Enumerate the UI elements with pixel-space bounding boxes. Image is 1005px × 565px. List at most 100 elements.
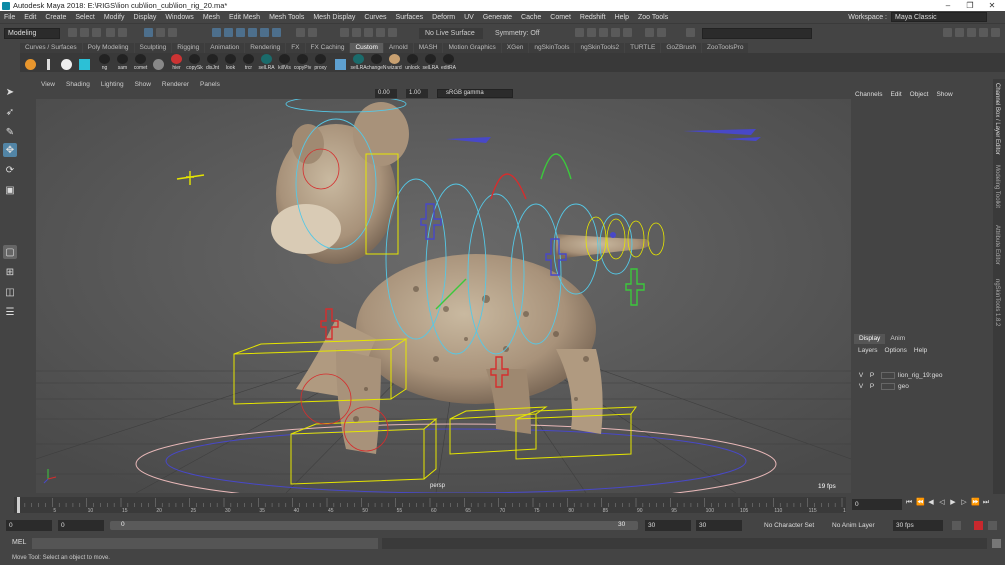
- shelf-button-orange[interactable]: [22, 54, 39, 71]
- step-back-key-icon[interactable]: ⏪: [916, 499, 925, 507]
- shelf-button-copypiv[interactable]: copyPiv: [294, 54, 311, 71]
- shelf-tab-turtle[interactable]: TURTLE: [625, 43, 661, 53]
- lasso-tool-icon[interactable]: ➶: [3, 105, 17, 119]
- rotate-tool-icon[interactable]: ⟳: [3, 163, 17, 177]
- layer-tab-display[interactable]: Display: [854, 334, 886, 344]
- exposure-field[interactable]: 0.00: [375, 89, 397, 98]
- channel-box-icon[interactable]: [979, 28, 988, 37]
- select-tool-icon[interactable]: ➤: [3, 85, 17, 99]
- play-forward-icon[interactable]: ▶: [949, 499, 957, 507]
- current-frame-field[interactable]: 0: [852, 499, 902, 510]
- shelf-button-copysk[interactable]: copySk: [186, 54, 203, 71]
- side-tab-channel-box[interactable]: Channel Box / Layer Editor: [994, 83, 1000, 155]
- viewport-menu-renderer[interactable]: Renderer: [162, 81, 189, 88]
- viewport-menu-shading[interactable]: Shading: [66, 81, 90, 88]
- script-editor-icon[interactable]: [992, 539, 1001, 548]
- step-back-icon[interactable]: ◀: [927, 499, 935, 507]
- shelf-button-skull[interactable]: [58, 54, 75, 71]
- shelf-button-sellra[interactable]: selLRA: [258, 54, 275, 71]
- layer-color-swatch[interactable]: [881, 383, 895, 390]
- redo-icon[interactable]: [118, 28, 127, 37]
- shelf-button-comet[interactable]: comet: [132, 54, 149, 71]
- paint-select-icon[interactable]: ✎: [3, 125, 17, 139]
- layer-tab-anim[interactable]: Anim: [885, 334, 910, 344]
- layer-menu-layers[interactable]: Layers: [858, 347, 878, 354]
- workspace-dropdown[interactable]: Maya Classic: [891, 12, 987, 22]
- selection-mask-deform-icon[interactable]: [248, 28, 257, 37]
- sidebar-toggle-icon[interactable]: [686, 28, 695, 37]
- layer-playback-toggle[interactable]: P: [866, 383, 878, 390]
- menu-zoo-tools[interactable]: Zoo Tools: [638, 14, 668, 21]
- shelf-button-cube[interactable]: [332, 54, 349, 71]
- go-to-end-icon[interactable]: ⏭: [982, 499, 990, 507]
- layer-visibility-toggle[interactable]: V: [856, 372, 866, 379]
- playblast-icon[interactable]: [645, 28, 654, 37]
- end-time-field[interactable]: 30: [696, 520, 742, 531]
- shelf-tab-motion-graphics[interactable]: Motion Graphics: [443, 43, 501, 53]
- selection-mask-dynamics-icon[interactable]: [260, 28, 269, 37]
- shelf-tab-gozbrush[interactable]: GoZBrush: [661, 43, 701, 53]
- side-tab-ngskintools[interactable]: ngSkinTools 1.8.2: [994, 279, 1000, 326]
- close-button[interactable]: ✕: [981, 0, 1003, 11]
- viewport-menu-view[interactable]: View: [41, 81, 55, 88]
- shelf-button-joint[interactable]: [40, 54, 57, 71]
- selection-mask-render-icon[interactable]: [272, 28, 281, 37]
- menu-display[interactable]: Display: [133, 14, 156, 21]
- layer-color-swatch[interactable]: [881, 372, 895, 379]
- layer-row[interactable]: V P geo: [856, 382, 991, 391]
- outliner-view-icon[interactable]: ☰: [3, 305, 17, 319]
- render-frame-icon[interactable]: [587, 28, 596, 37]
- move-tool-icon[interactable]: ✥: [3, 143, 17, 157]
- modeling-toolkit-icon[interactable]: [943, 28, 952, 37]
- selection-mask-curves-icon[interactable]: [224, 28, 233, 37]
- two-view-icon[interactable]: ◫: [3, 285, 17, 299]
- viewport-menu-lighting[interactable]: Lighting: [101, 81, 124, 88]
- shelf-button-look[interactable]: look: [222, 54, 239, 71]
- shelf-button-cyan[interactable]: [76, 54, 93, 71]
- color-space-dropdown[interactable]: sRGB gamma: [437, 89, 513, 98]
- shelf-button-ng[interactable]: ng: [96, 54, 113, 71]
- shelf-button-disjnt[interactable]: disJnt: [204, 54, 221, 71]
- shelf-button-unlock[interactable]: unlock: [404, 54, 421, 71]
- step-forward-icon[interactable]: ▷: [960, 499, 968, 507]
- channel-box-menu-edit[interactable]: Edit: [890, 91, 901, 98]
- layer-menu-help[interactable]: Help: [914, 347, 927, 354]
- render-settings-icon[interactable]: [611, 28, 620, 37]
- live-surface-field[interactable]: No Live Surface: [419, 28, 483, 39]
- render-view-icon[interactable]: [575, 28, 584, 37]
- anim-start-field[interactable]: 0: [58, 520, 104, 531]
- channel-box-menu-channels[interactable]: Channels: [855, 91, 882, 98]
- menu-redshift[interactable]: Redshift: [580, 14, 606, 21]
- highlight-selection-icon[interactable]: [308, 28, 317, 37]
- loop-icon[interactable]: [952, 521, 961, 530]
- shelf-button-sellra-2[interactable]: selLRA: [350, 54, 367, 71]
- undo-icon[interactable]: [106, 28, 115, 37]
- menu-edit-mesh[interactable]: Edit Mesh: [229, 14, 260, 21]
- layer-row[interactable]: V P lion_rig_19:geo: [856, 371, 991, 380]
- layer-playback-toggle[interactable]: P: [866, 372, 878, 379]
- shelf-tab-animation[interactable]: Animation: [205, 43, 245, 53]
- search-input[interactable]: [702, 28, 812, 39]
- select-component-icon[interactable]: [168, 28, 177, 37]
- fps-dropdown[interactable]: 30 fps: [893, 520, 943, 531]
- viewport-menu-panels[interactable]: Panels: [200, 81, 220, 88]
- time-slider-track[interactable]: 5 10 15 20 25 30 35 40 45 50 55 60 65 70 75 80 85 90 95 100…: [14, 497, 852, 514]
- perspective-viewport[interactable]: persp 19 fps: [36, 99, 851, 493]
- shelf-button-proxy[interactable]: proxy: [312, 54, 329, 71]
- start-time-field[interactable]: 0: [6, 520, 52, 531]
- layer-menu-options[interactable]: Options: [885, 347, 907, 354]
- anim-prefs-icon[interactable]: [988, 521, 997, 530]
- shelf-tab-rigging[interactable]: Rigging: [172, 43, 205, 53]
- channel-box-menu-show[interactable]: Show: [936, 91, 952, 98]
- play-backward-icon[interactable]: ◁: [938, 499, 946, 507]
- selection-mask-surfaces-icon[interactable]: [236, 28, 245, 37]
- menu-modify[interactable]: Modify: [104, 14, 125, 21]
- symmetry-dropdown[interactable]: Symmetry: Off: [495, 28, 551, 39]
- layout-icon[interactable]: [991, 28, 1000, 37]
- shelf-button-globe[interactable]: [150, 54, 167, 71]
- shelf-tab-zootoolspro[interactable]: ZooToolsPro: [701, 43, 749, 53]
- menu-help[interactable]: Help: [615, 14, 629, 21]
- menu-uv[interactable]: UV: [464, 14, 474, 21]
- tool-settings-icon[interactable]: [967, 28, 976, 37]
- menu-deform[interactable]: Deform: [432, 14, 455, 21]
